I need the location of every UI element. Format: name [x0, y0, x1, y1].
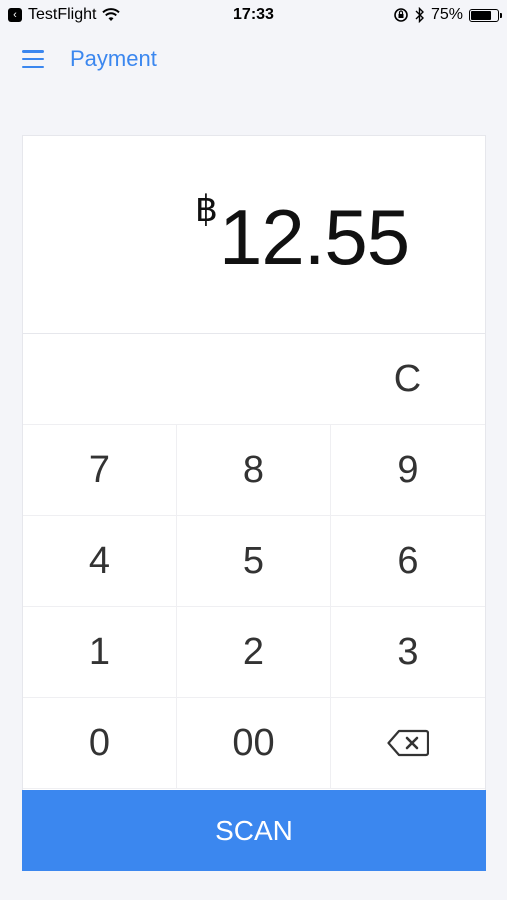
backspace-button[interactable] [331, 698, 485, 789]
status-left: ‹ TestFlight [8, 6, 121, 24]
key-6[interactable]: 6 [331, 516, 485, 607]
scan-button[interactable]: SCAN [22, 790, 486, 871]
status-bar: ‹ TestFlight 17:33 75% [0, 0, 507, 30]
bluetooth-icon [415, 7, 424, 23]
battery-level [471, 10, 491, 20]
key-5[interactable]: 5 [177, 516, 331, 607]
amount-display: ฿ 12.55 [23, 136, 485, 334]
key-0[interactable]: 0 [23, 698, 177, 789]
key-8[interactable]: 8 [177, 425, 331, 516]
clear-row: C [23, 334, 485, 425]
wifi-icon [102, 8, 121, 21]
key-1[interactable]: 1 [23, 607, 177, 698]
nav-bar: Payment [0, 36, 507, 82]
key-3[interactable]: 3 [331, 607, 485, 698]
battery-icon [469, 8, 502, 22]
key-2[interactable]: 2 [177, 607, 331, 698]
page-title: Payment [70, 46, 157, 71]
battery-percent: 75% [430, 6, 463, 23]
keypad: 7 8 9 4 5 6 1 2 3 0 00 [23, 425, 485, 789]
orientation-lock-icon [394, 8, 408, 22]
key-7[interactable]: 7 [23, 425, 177, 516]
clear-button[interactable]: C [330, 334, 485, 425]
hamburger-menu-icon[interactable] [22, 50, 44, 68]
carrier-label: TestFlight [28, 6, 97, 23]
key-9[interactable]: 9 [331, 425, 485, 516]
key-00[interactable]: 00 [177, 698, 331, 789]
key-4[interactable]: 4 [23, 516, 177, 607]
currency-symbol: ฿ [195, 188, 218, 229]
amount-value: 12.55 [219, 193, 410, 281]
backspace-icon [387, 729, 429, 757]
back-to-app-icon[interactable]: ‹ [8, 8, 22, 22]
payment-card: ฿ 12.55 C 7 8 9 4 5 6 1 2 3 0 00 SCAN [22, 135, 486, 871]
status-right: 75% [393, 6, 502, 24]
